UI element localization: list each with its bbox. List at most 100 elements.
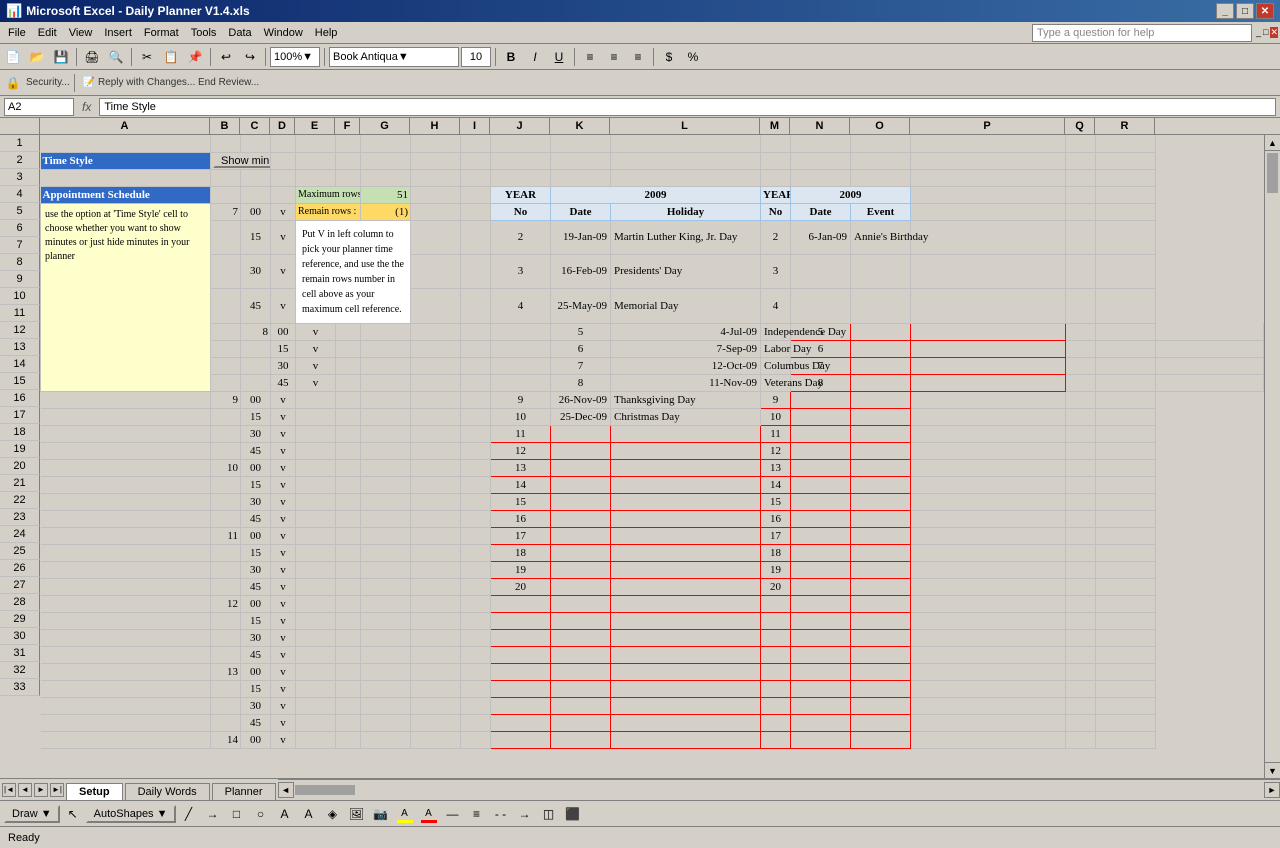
data-25-1[interactable] xyxy=(551,595,611,612)
cell-row2-9[interactable] xyxy=(551,152,611,169)
cell-EI-23-4[interactable] xyxy=(461,561,491,578)
cell-EI-33-4[interactable] xyxy=(461,731,491,748)
data-24-1[interactable] xyxy=(551,578,611,595)
row-number-7[interactable]: 7 xyxy=(0,237,40,254)
cell-EI-25-3[interactable] xyxy=(411,595,461,612)
copy-button[interactable]: 📋 xyxy=(160,46,182,68)
cell-O-1[interactable] xyxy=(851,135,911,152)
cell-end2-18-2[interactable] xyxy=(1096,476,1156,493)
cell-row4-12[interactable] xyxy=(911,186,1066,203)
row-number-30[interactable]: 30 xyxy=(0,628,40,645)
cell-EI-19-2[interactable] xyxy=(361,493,411,510)
cell-row4-9[interactable]: 2009 xyxy=(551,186,761,203)
cell-L-1[interactable] xyxy=(611,135,761,152)
cell-end2-30-0[interactable] xyxy=(911,680,1066,697)
picture-tool[interactable]: 📷 xyxy=(370,803,392,825)
cell-end2-24-0[interactable] xyxy=(911,578,1066,595)
cell-end2-32-0[interactable] xyxy=(911,714,1066,731)
col-header-Q[interactable]: Q xyxy=(1065,118,1095,134)
cell-EI-27-1[interactable] xyxy=(336,629,361,646)
line-color-button[interactable]: — xyxy=(442,803,464,825)
cell-EI-33-3[interactable] xyxy=(411,731,461,748)
tab-last-button[interactable]: ►| xyxy=(50,783,64,797)
cell-end2-24-1[interactable] xyxy=(1066,578,1096,595)
cell-row2-12[interactable] xyxy=(791,152,851,169)
data-18-5[interactable] xyxy=(851,476,911,493)
cell-end2-29-0[interactable] xyxy=(911,663,1066,680)
data-33-0[interactable] xyxy=(491,731,551,748)
cell-empty-8-0[interactable] xyxy=(411,289,461,323)
data-27-2[interactable] xyxy=(611,629,761,646)
font-name-box[interactable]: Book Antiqua ▼ xyxy=(329,47,459,67)
row-number-5[interactable]: 5 xyxy=(0,203,40,220)
cell-EI-14-4[interactable] xyxy=(461,408,491,425)
cell-end2-26-0[interactable] xyxy=(911,612,1066,629)
cell-row4-0[interactable]: Appointment Schedule xyxy=(41,186,211,203)
data-cell-r8-1[interactable]: 25-May-09 xyxy=(551,289,611,323)
cell-EI-9-2[interactable] xyxy=(411,323,461,340)
data-25-3[interactable] xyxy=(761,595,791,612)
cell-B-29[interactable]: 13 xyxy=(211,663,241,680)
cell-row2-2[interactable] xyxy=(271,152,296,169)
arrow-tool[interactable]: → xyxy=(202,803,224,825)
cell-end2-12-0[interactable] xyxy=(1066,374,1096,391)
cell-EI-25-2[interactable] xyxy=(361,595,411,612)
font-size-box[interactable]: 10 xyxy=(461,47,491,67)
cell-C-24[interactable]: 45 xyxy=(241,578,271,595)
data-14-0[interactable]: 10 xyxy=(491,408,551,425)
data-15-2[interactable] xyxy=(611,425,761,442)
data-27-4[interactable] xyxy=(791,629,851,646)
cell-D-10[interactable]: v xyxy=(296,340,336,357)
cell-EI-12-4[interactable] xyxy=(491,374,551,391)
cell-EI-10-3[interactable] xyxy=(461,340,491,357)
cell-EI-26-0[interactable] xyxy=(296,612,336,629)
cell-end2-15-0[interactable] xyxy=(911,425,1066,442)
row-number-19[interactable]: 19 xyxy=(0,441,40,458)
clipart-tool[interactable]: 🖼 xyxy=(346,803,368,825)
cell-C-26[interactable]: 15 xyxy=(241,612,271,629)
data-29-0[interactable] xyxy=(491,663,551,680)
cell-row4-13[interactable] xyxy=(1066,186,1096,203)
data-32-5[interactable] xyxy=(851,714,911,731)
cell-EI-31-3[interactable] xyxy=(411,697,461,714)
data-31-2[interactable] xyxy=(611,697,761,714)
data-31-3[interactable] xyxy=(761,697,791,714)
cell-EI-12-0[interactable] xyxy=(336,374,361,391)
cell-B-18[interactable] xyxy=(211,476,241,493)
cell-EI-28-4[interactable] xyxy=(461,646,491,663)
row-number-2[interactable]: 2 xyxy=(0,152,40,169)
data-14-1[interactable]: 25-Dec-09 xyxy=(551,408,611,425)
data-12-2[interactable]: Veterans Day xyxy=(761,374,791,391)
cell-end2-26-1[interactable] xyxy=(1066,612,1096,629)
row-number-28[interactable]: 28 xyxy=(0,594,40,611)
data-17-0[interactable]: 13 xyxy=(491,459,551,476)
cell-A-26[interactable] xyxy=(41,612,211,629)
cell-EI-19-0[interactable] xyxy=(296,493,336,510)
cell-EI-13-1[interactable] xyxy=(336,391,361,408)
cell-end2-21-0[interactable] xyxy=(911,527,1066,544)
cell-end2-19-2[interactable] xyxy=(1096,493,1156,510)
cell-D-31[interactable]: v xyxy=(271,697,296,714)
data-30-4[interactable] xyxy=(791,680,851,697)
data-13-4[interactable] xyxy=(791,391,851,408)
cell-M-1[interactable] xyxy=(761,135,791,152)
cell-B-24[interactable] xyxy=(211,578,241,595)
cell-row4-3[interactable] xyxy=(271,186,296,203)
cell-end2-9-0[interactable] xyxy=(1066,323,1096,340)
cell-end2-33-1[interactable] xyxy=(1066,731,1096,748)
cell-EI-22-0[interactable] xyxy=(296,544,336,561)
cell-end2-20-0[interactable] xyxy=(911,510,1066,527)
cell-end2-17-0[interactable] xyxy=(911,459,1066,476)
cell-end2-29-1[interactable] xyxy=(1066,663,1096,680)
cell-EI-11-2[interactable] xyxy=(411,357,461,374)
cell-EI-32-4[interactable] xyxy=(461,714,491,731)
cell-B-32[interactable] xyxy=(211,714,241,731)
cell-A-22[interactable] xyxy=(41,544,211,561)
cell-end2-24-2[interactable] xyxy=(1096,578,1156,595)
cell-end2-18-0[interactable] xyxy=(911,476,1066,493)
col-header-N[interactable]: N xyxy=(790,118,850,134)
data-29-4[interactable] xyxy=(791,663,851,680)
menu-view[interactable]: View xyxy=(63,25,99,41)
data-20-2[interactable] xyxy=(611,510,761,527)
cell-EI-10-2[interactable] xyxy=(411,340,461,357)
